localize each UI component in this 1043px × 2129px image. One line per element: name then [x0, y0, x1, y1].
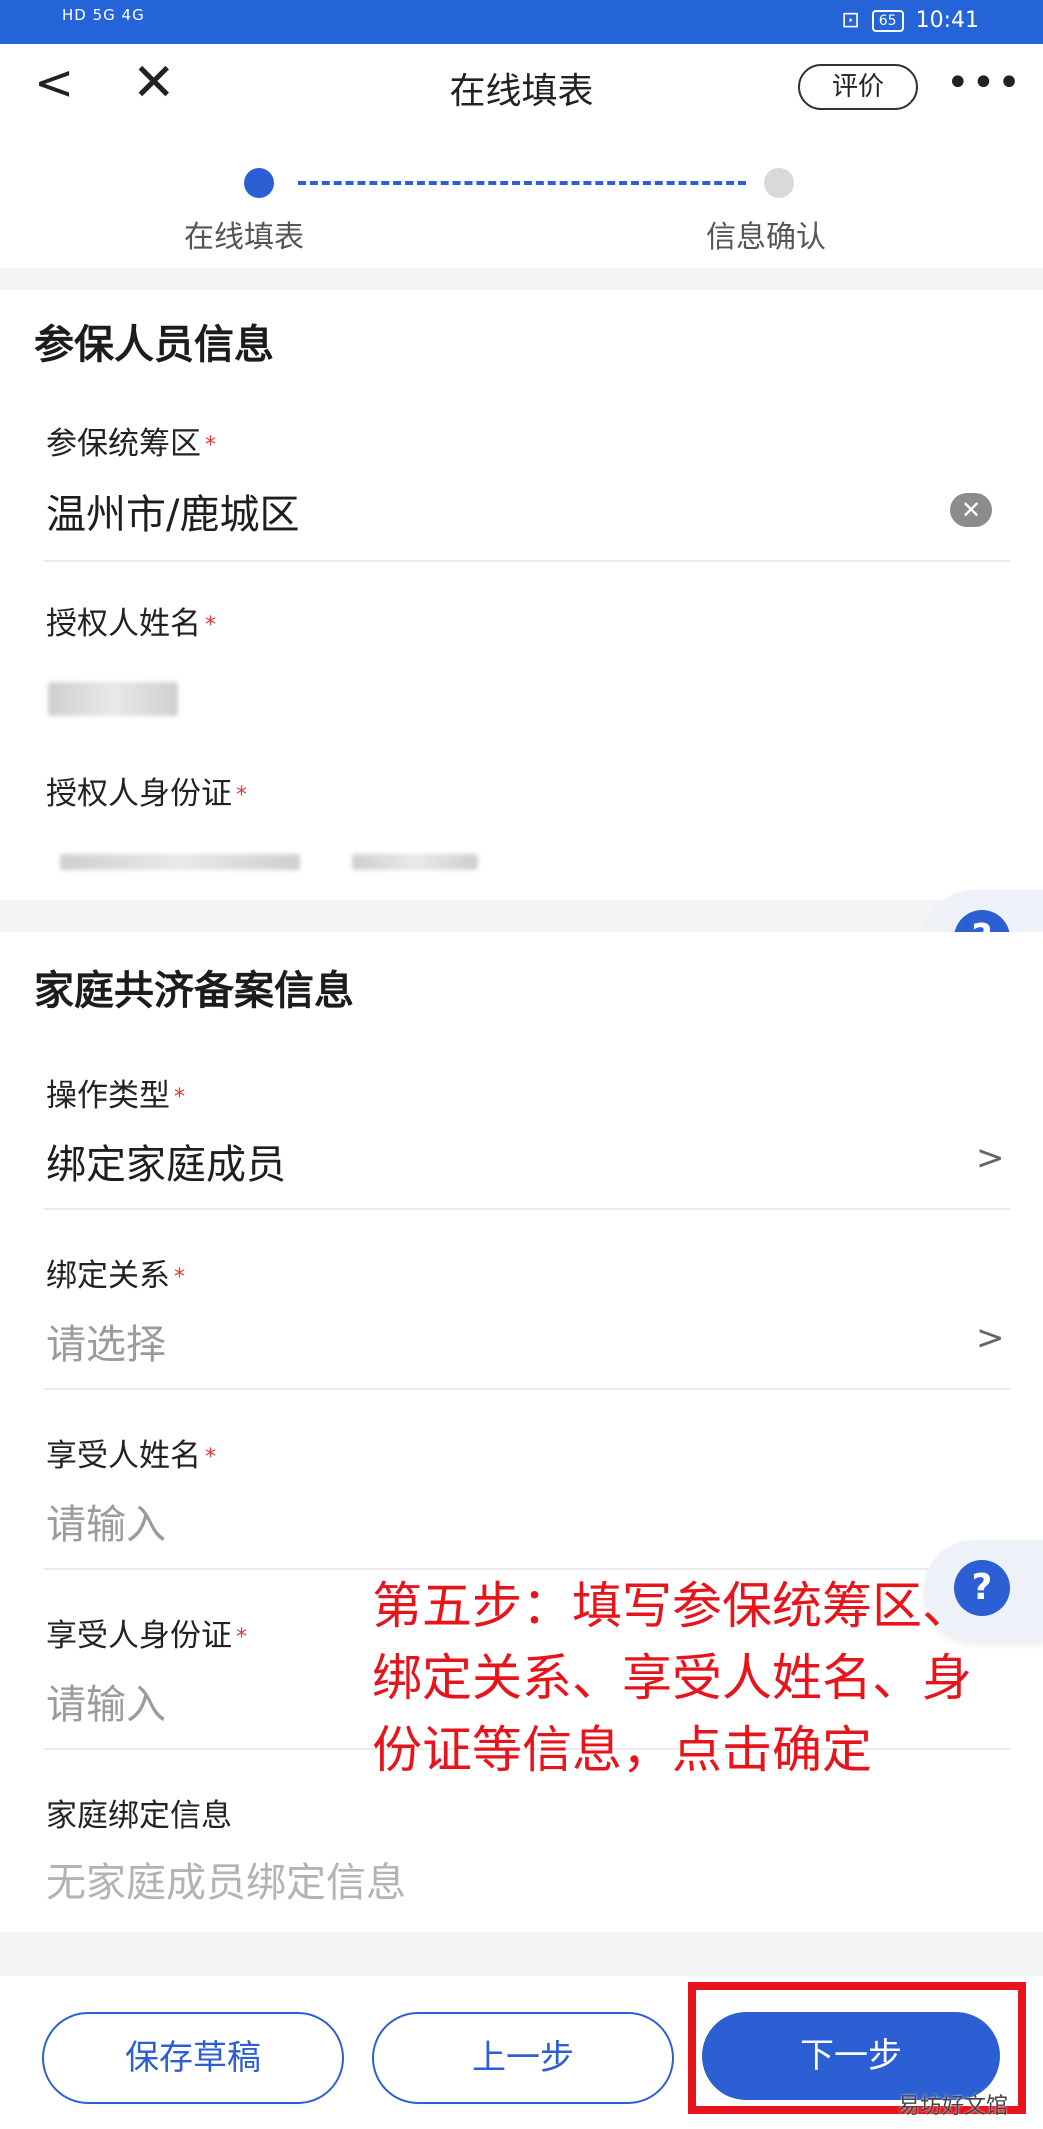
- chevron-right-icon[interactable]: >: [976, 1318, 1005, 1358]
- nfc-icon: ⊡: [841, 8, 860, 33]
- divider: [44, 1388, 1010, 1390]
- step-dot-active: [244, 168, 274, 198]
- step-label-confirm: 信息确认: [706, 220, 826, 255]
- required-mark: *: [236, 783, 247, 808]
- redacted-id-part1: [60, 854, 300, 870]
- redacted-name: [48, 682, 178, 716]
- family-binding-value: 无家庭成员绑定信息: [46, 1860, 406, 1906]
- binding-relation-label: 绑定关系 *: [46, 1258, 185, 1294]
- rate-button[interactable]: 评价: [798, 64, 918, 110]
- authorizer-id-label: 授权人身份证 *: [46, 776, 247, 812]
- beneficiary-id-input[interactable]: 请输入: [46, 1672, 166, 1730]
- beneficiary-name-input[interactable]: 请输入: [46, 1492, 166, 1550]
- watermark: 易坊好文馆: [898, 2094, 1009, 2119]
- status-right: ⊡ 65 10:41: [841, 8, 979, 33]
- step-indicator: 在线填表 信息确认: [0, 128, 1043, 268]
- insured-info-section: 参保人员信息 参保统筹区 * 温州市/鹿城区 授权人姓名 * 授权人身份证 *: [0, 290, 1043, 900]
- beneficiary-name-label: 享受人姓名 *: [46, 1438, 216, 1474]
- section-title: 家庭共济备案信息: [34, 968, 354, 1014]
- divider: [44, 1208, 1010, 1210]
- back-icon[interactable]: <: [34, 58, 74, 108]
- divider: [44, 560, 1010, 562]
- family-binding-label: 家庭绑定信息: [46, 1798, 232, 1834]
- authorizer-name-label: 授权人姓名 *: [46, 606, 216, 642]
- binding-relation-select[interactable]: 请选择: [46, 1312, 166, 1370]
- step-label-fill: 在线填表: [184, 220, 304, 255]
- region-value[interactable]: 温州市/鹿城区: [46, 482, 299, 540]
- signal-icons: HD 5G 4G: [62, 6, 145, 24]
- clear-icon[interactable]: ✕: [950, 493, 992, 527]
- section-title: 参保人员信息: [34, 322, 274, 368]
- region-label: 参保统筹区 *: [46, 426, 216, 462]
- operation-type-label: 操作类型 *: [46, 1078, 185, 1114]
- beneficiary-id-label: 享受人身份证 *: [46, 1618, 247, 1654]
- status-bar: HD 5G 4G ⊡ 65 10:41: [0, 0, 1043, 44]
- redacted-id-part2: [352, 854, 478, 870]
- save-draft-button[interactable]: 保存草稿: [42, 2012, 344, 2104]
- tutorial-annotation: 第五步：填写参保统筹区、绑定关系、享受人姓名、身份证等信息，点击确定: [372, 1577, 972, 1779]
- title-bar: < ✕ 在线填表 评价 •••: [0, 44, 1043, 128]
- required-mark: *: [174, 1265, 185, 1290]
- close-icon[interactable]: ✕: [132, 56, 176, 110]
- required-mark: *: [205, 613, 216, 638]
- required-mark: *: [236, 1625, 247, 1650]
- battery-icon: 65: [871, 9, 904, 32]
- operation-type-value[interactable]: 绑定家庭成员: [46, 1132, 286, 1190]
- previous-button[interactable]: 上一步: [372, 2012, 674, 2104]
- required-mark: *: [205, 1445, 216, 1470]
- required-mark: *: [205, 433, 216, 458]
- more-icon[interactable]: •••: [946, 60, 1023, 106]
- status-time: 10:41: [915, 8, 979, 33]
- required-mark: *: [174, 1085, 185, 1110]
- step-dot-inactive: [764, 168, 794, 198]
- chevron-right-icon[interactable]: >: [976, 1138, 1005, 1178]
- step-connector: [298, 181, 746, 185]
